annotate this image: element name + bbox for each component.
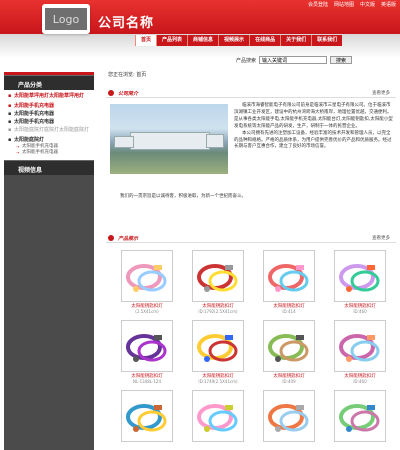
sidebar-category-item[interactable]: 太阳能手机充电器	[8, 102, 90, 110]
intro-tail: 我们的一贯宗旨是以诚待客，积极进取，为新一个世纪而奋斗。	[120, 194, 246, 199]
product-id: ID:1749(2.5X41cm)	[198, 379, 238, 384]
product-card[interactable]: 太阳能钥匙扣灯 ID:1749(2.5X41cm)	[185, 320, 251, 384]
building-shape	[114, 136, 134, 148]
member-login-link[interactable]: 会员登陆	[308, 1, 328, 8]
search-label: 产品搜索	[236, 57, 257, 64]
product-id: ID:1792(2.5X41cm)	[198, 309, 238, 314]
logo-text: Logo	[45, 8, 87, 30]
product-image[interactable]	[263, 390, 315, 442]
building-shape	[206, 134, 224, 148]
bullet-icon	[108, 90, 114, 96]
search-bar: 产品搜索 搜索	[236, 56, 353, 64]
category-list: 太阳能草坪用灯太阳能草坪用灯 太阳能手机充电器 太阳能手机充电器 太阳能手机充电…	[4, 90, 94, 160]
sidebar: 产品分类 太阳能草坪用灯太阳能草坪用灯 太阳能手机充电器 太阳能手机充电器 太阳…	[4, 72, 94, 450]
products-title: 产品展示	[118, 236, 139, 242]
product-card[interactable]: 太阳能钥匙扣灯 ID:460	[327, 320, 393, 384]
nav-contact[interactable]: 联系我们	[311, 35, 342, 46]
top-links: 会员登陆 网站地图 中文版 英语版	[308, 1, 396, 8]
product-image[interactable]	[192, 250, 244, 302]
product-card[interactable]	[114, 390, 180, 442]
sidebar-category-item[interactable]: 太阳能庭院灯庭院灯太阳能庭院灯	[8, 126, 90, 134]
products-more-link[interactable]: 查看更多	[372, 235, 390, 241]
nav-shop-info[interactable]: 商铺信息	[187, 35, 218, 46]
product-card[interactable]: 太阳能钥匙扣灯 NL-1348L-124	[114, 320, 180, 384]
product-id: ID:460	[353, 379, 367, 384]
product-card[interactable]: 太阳能钥匙扣灯 ID:460	[327, 250, 393, 314]
product-id: NL-1348L-124	[132, 379, 161, 384]
sidebar-category-item[interactable]: 太阳能手机充电器	[8, 118, 90, 126]
intro-section-header: 公司简介 查看更多	[106, 88, 396, 98]
nav-videos[interactable]: 视频展示	[218, 35, 249, 46]
product-image[interactable]	[121, 250, 173, 302]
header: Logo 公司名称 会员登陆 网站地图 中文版 英语版 首页 产品列表 商铺信息…	[0, 0, 400, 58]
product-card[interactable]: 太阳能钥匙扣灯 ID:1792(2.5X41cm)	[185, 250, 251, 314]
intro-text: 临溪市海睿智能电子有限公司前身是临溪市三星电子有限公司。位于临溪市滨湖镇工业开发…	[234, 103, 394, 151]
intro-more-link[interactable]: 查看更多	[372, 90, 390, 96]
sidebar-category-item[interactable]: 太阳能庭院灯	[8, 136, 90, 144]
chinese-version-link[interactable]: 中文版	[360, 1, 375, 8]
nav-products[interactable]: 产品列表	[156, 35, 187, 46]
main-nav: 首页 产品列表 商铺信息 视频展示 在线商品 关于我们 联系我们	[135, 35, 343, 46]
nav-about[interactable]: 关于我们	[280, 35, 311, 46]
product-id: ID:409	[282, 379, 296, 384]
english-version-link[interactable]: 英语版	[381, 1, 396, 8]
product-image[interactable]	[334, 320, 386, 372]
product-image[interactable]	[334, 250, 386, 302]
product-card[interactable]: 太阳能钥匙扣灯 ID:409	[256, 320, 322, 384]
building-shape	[130, 132, 210, 150]
product-id: ID:414	[282, 309, 296, 314]
product-id: (2.5X41cm)	[135, 309, 159, 314]
intro-paragraph: 本公司拥有先进的注塑加工设备，经验丰富的技术开发和管理人员，以完全的品种和规格。…	[234, 130, 392, 150]
nav-online-goods[interactable]: 在线商品	[249, 35, 280, 46]
product-id: ID:460	[353, 309, 367, 314]
product-card[interactable]	[327, 390, 393, 442]
sidebar-category-item[interactable]: 太阳能手机充电器	[8, 110, 90, 118]
product-card[interactable]	[256, 390, 322, 442]
intro-paragraph: 临溪市海睿智能电子有限公司前身是临溪市三星电子有限公司。位于临溪市滨湖镇工业开发…	[234, 103, 393, 129]
category-title: 产品分类	[4, 75, 94, 90]
product-image[interactable]	[263, 320, 315, 372]
product-image[interactable]	[121, 320, 173, 372]
breadcrumb: 您正在浏览: 首页	[108, 72, 147, 78]
intro-title: 公司简介	[118, 91, 139, 97]
sitemap-link[interactable]: 网站地图	[334, 1, 354, 8]
nav-home[interactable]: 首页	[135, 35, 157, 46]
product-card[interactable]: 太阳能钥匙扣灯 ID:414	[256, 250, 322, 314]
product-image[interactable]	[263, 250, 315, 302]
sidebar-category-item[interactable]: 太阳能草坪用灯太阳能草坪用灯	[8, 92, 90, 100]
bullet-icon	[108, 235, 114, 241]
logo[interactable]: Logo	[42, 4, 90, 34]
products-section-header: 产品展示 查看更多	[106, 233, 396, 243]
company-name: 公司名称	[98, 16, 155, 31]
product-card[interactable]: 太阳能钥匙扣灯 (2.5X41cm)	[114, 250, 180, 314]
product-image[interactable]	[192, 390, 244, 442]
company-photo	[110, 104, 228, 174]
sidebar-subcategory-item[interactable]: 太阳能手机充电器	[8, 150, 90, 156]
search-input[interactable]	[259, 56, 328, 64]
product-image[interactable]	[334, 390, 386, 442]
video-title: 视频信息	[4, 160, 94, 175]
product-image[interactable]	[121, 390, 173, 442]
search-button[interactable]: 搜索	[330, 56, 353, 64]
product-grid: 太阳能钥匙扣灯 (2.5X41cm) 太阳能钥匙扣灯 ID:1792(2.5X41c…	[114, 250, 394, 442]
product-image[interactable]	[192, 320, 244, 372]
product-card[interactable]	[185, 390, 251, 442]
